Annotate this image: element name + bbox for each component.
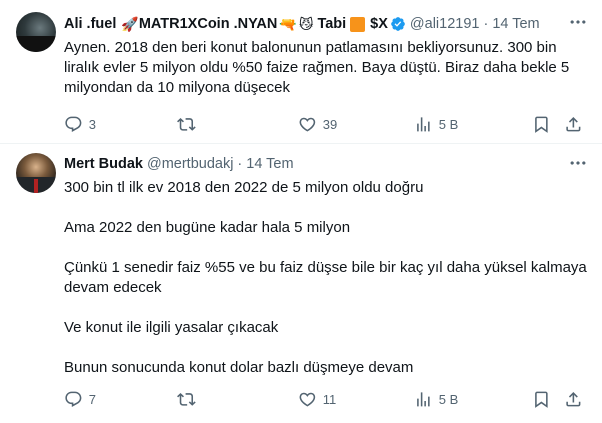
separator-dot: · [237, 156, 243, 172]
reply-icon [65, 116, 82, 132]
tweet-paragraph: Aynen. 2018 den beri konut balonunun pat… [64, 39, 570, 96]
verified-badge-icon [391, 17, 405, 31]
views-icon [417, 391, 430, 407]
repost-icon [177, 117, 196, 131]
cat-face-emoji: 😼 [298, 16, 314, 32]
display-name-part[interactable]: MATR1XCoin .NYAN [139, 16, 278, 32]
reply-button[interactable]: 7 [64, 389, 96, 409]
like-button[interactable]: 39 [298, 114, 337, 134]
views-count: 5 B [438, 116, 459, 132]
gun-emoji: 🔫 [279, 16, 297, 32]
bookmark-button[interactable] [532, 114, 551, 134]
separator-dot: · [483, 16, 489, 32]
like-count: 11 [322, 391, 337, 407]
avatar-tie [34, 179, 38, 193]
views-icon [417, 116, 430, 132]
repost-button[interactable] [177, 114, 202, 134]
tweet-text: 300 bin tl ilk ev 2018 den 2022 de 5 mil… [64, 178, 588, 378]
reply-button[interactable]: 3 [64, 114, 96, 134]
tweet-paragraph: 300 bin tl ilk ev 2018 den 2022 de 5 mil… [64, 179, 424, 196]
views-button[interactable]: 5 B [414, 114, 458, 134]
tweet-text: Aynen. 2018 den beri konut balonunun pat… [64, 38, 588, 98]
tweet-paragraph: Ama 2022 den bugüne kadar hala 5 milyon [64, 219, 351, 236]
share-button[interactable] [564, 389, 583, 409]
rocket-emoji: 🚀 [121, 16, 139, 32]
share-button[interactable] [564, 114, 583, 134]
views-button[interactable]: 5 B [414, 389, 458, 409]
reply-count: 7 [88, 391, 96, 407]
tweet-header: Ali .fuel 🚀 MATR1XCoin .NYAN 🔫 😼 Tabi $X… [64, 14, 540, 34]
tweet-paragraph: Çünkü 1 senedir faiz %55 ve bu faiz düşs… [64, 259, 587, 296]
display-name-part[interactable]: $X [370, 16, 388, 32]
more-icon[interactable] [568, 12, 588, 32]
action-bar: 3 39 5 B [64, 114, 588, 134]
bookmark-icon [535, 116, 548, 133]
like-button[interactable]: 11 [298, 389, 336, 409]
timestamp[interactable]: 14 Tem [246, 156, 293, 172]
share-icon [566, 116, 581, 132]
action-bar: 7 11 5 B [64, 389, 588, 409]
user-handle[interactable]: @mertbudakj [147, 156, 233, 172]
repost-button[interactable] [177, 389, 202, 409]
orange-square-icon [350, 16, 366, 32]
bookmark-icon [535, 391, 548, 408]
tweet-paragraph: Bunun sonucunda konut dolar bazlı düşmey… [64, 359, 414, 376]
tweet-paragraph: Ve konut ile ilgili yasalar çıkacak [64, 319, 279, 336]
avatar[interactable] [16, 12, 56, 52]
like-icon [299, 392, 316, 407]
tweet[interactable]: Mert Budak @mertbudakj · 14 Tem 300 bin … [0, 145, 602, 423]
like-icon [299, 117, 316, 132]
views-count: 5 B [438, 391, 459, 407]
share-icon [566, 391, 581, 407]
display-name[interactable]: Mert Budak [64, 156, 143, 172]
avatar-shade [16, 36, 56, 52]
reply-icon [65, 391, 82, 407]
display-name[interactable]: Ali .fuel [64, 16, 116, 32]
timestamp[interactable]: 14 Tem [492, 16, 539, 32]
bookmark-button[interactable] [532, 389, 551, 409]
tweet-header: Mert Budak @mertbudakj · 14 Tem [64, 154, 294, 174]
repost-icon [177, 392, 196, 406]
user-handle[interactable]: @ali12191 [410, 16, 480, 32]
display-name-part[interactable]: Tabi [317, 16, 346, 32]
reply-count: 3 [88, 116, 96, 132]
avatar[interactable] [16, 153, 56, 193]
tweet[interactable]: Ali .fuel 🚀 MATR1XCoin .NYAN 🔫 😼 Tabi $X… [0, 0, 602, 144]
like-count: 39 [322, 116, 338, 132]
more-icon[interactable] [568, 153, 588, 173]
